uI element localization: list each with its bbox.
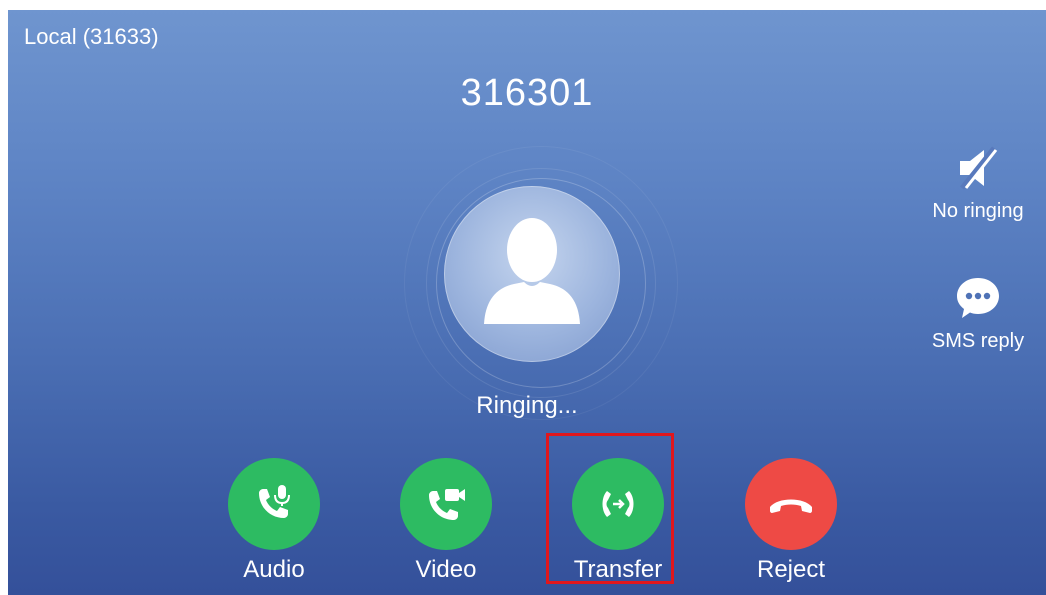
no-ringing-button[interactable]: No ringing [923, 144, 1033, 223]
hang-up-icon [770, 499, 812, 513]
call-status: Ringing... [476, 392, 578, 419]
audio-button-circle[interactable] [228, 458, 320, 550]
account-label: Local (31633) [24, 24, 159, 49]
sms-reply-button[interactable]: SMS reply [923, 274, 1033, 353]
chat-bubble-icon [957, 278, 999, 318]
video-button-circle[interactable] [400, 458, 492, 550]
audio-answer-button[interactable]: Audio [219, 458, 329, 584]
no-ringing-label: No ringing [932, 200, 1024, 222]
audio-label: Audio [243, 556, 305, 583]
incoming-call-screen: Local (31633) 316301 Ringing... No ringi… [8, 10, 1046, 595]
caller-avatar [444, 186, 620, 362]
video-label: Video [415, 556, 477, 583]
reject-label: Reject [756, 556, 826, 583]
phone-video-icon [429, 489, 465, 520]
speaker-mute-icon [960, 146, 998, 190]
reject-button-circle[interactable] [745, 458, 837, 550]
transfer-highlight-box [546, 433, 674, 584]
phone-mic-icon [259, 485, 290, 518]
person-silhouette-icon [484, 218, 580, 324]
video-answer-button[interactable]: Video [391, 458, 501, 584]
sms-reply-label: SMS reply [931, 330, 1025, 352]
reject-button[interactable]: Reject [736, 458, 846, 584]
caller-number: 316301 [460, 72, 594, 114]
